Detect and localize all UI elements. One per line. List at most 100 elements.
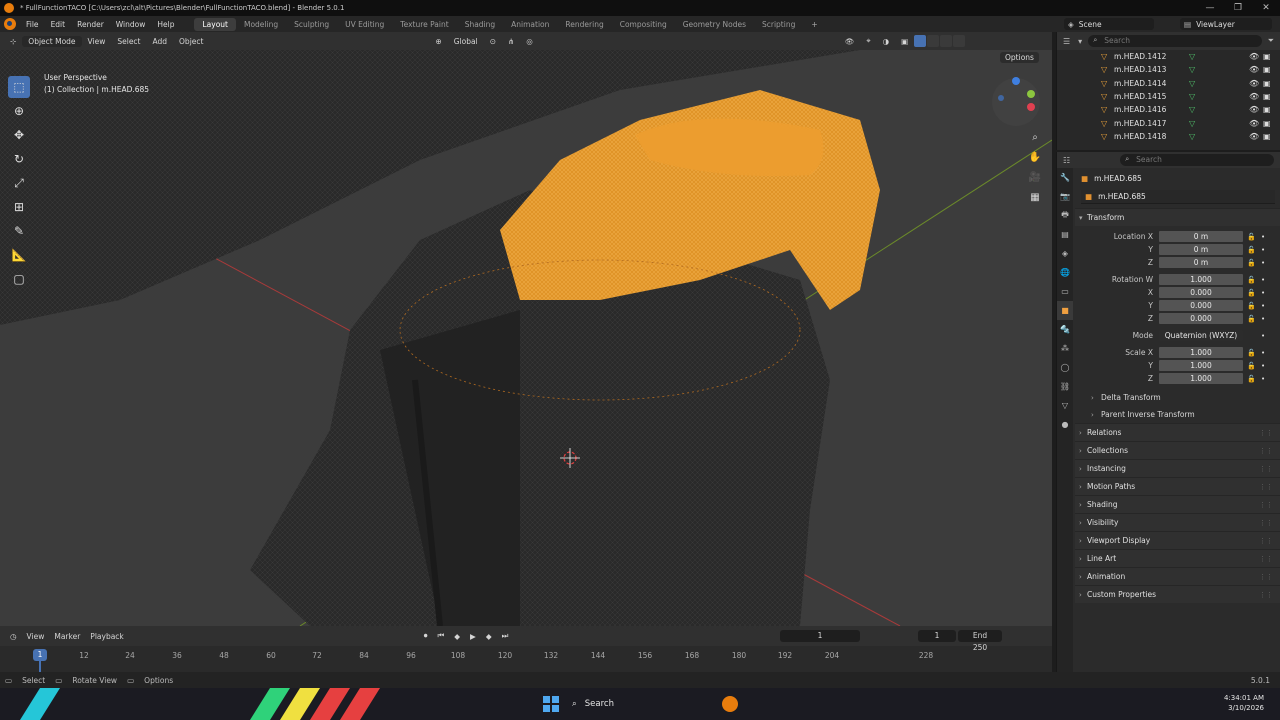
keyframe-dot-icon[interactable]: •: [1261, 302, 1265, 310]
menu-window[interactable]: Window: [110, 20, 152, 29]
timeline-menu-marker[interactable]: Marker: [49, 632, 85, 641]
pivot-icon[interactable]: ⊙: [484, 37, 502, 46]
snap-icon[interactable]: ⋔: [502, 37, 520, 46]
keyframe-dot-icon[interactable]: •: [1261, 349, 1265, 357]
render-toggle-icon[interactable]: ▣: [1263, 92, 1271, 101]
tab-object-icon[interactable]: ■: [1057, 301, 1073, 320]
overlay-toggle-icon[interactable]: ◑: [877, 37, 896, 46]
add-workspace-button[interactable]: +: [803, 18, 825, 31]
drag-grip-icon[interactable]: ⋮⋮: [1259, 555, 1273, 563]
drag-grip-icon[interactable]: ⋮⋮: [1259, 591, 1273, 599]
panel-collections[interactable]: › Collections ⋮⋮: [1075, 441, 1280, 459]
panel-transform[interactable]: ▾ Transform: [1075, 208, 1280, 226]
scale-tool-icon[interactable]: ⤢: [8, 172, 30, 194]
windows-start-icon[interactable]: [543, 696, 559, 712]
panel-viewport-display[interactable]: › Viewport Display ⋮⋮: [1075, 531, 1280, 549]
lock-icon[interactable]: 🔓: [1247, 302, 1256, 310]
add-cube-tool-icon[interactable]: ▢: [8, 268, 30, 290]
visibility-icon[interactable]: 👁: [839, 37, 861, 46]
next-keyframe-icon[interactable]: ◆: [481, 632, 497, 641]
scale-y-field[interactable]: 1.000: [1159, 360, 1243, 371]
panel-relations[interactable]: › Relations ⋮⋮: [1075, 423, 1280, 441]
gizmo-toggle-icon[interactable]: ⌖: [860, 36, 876, 46]
lock-icon[interactable]: 🔓: [1247, 246, 1256, 254]
tab-view-layer-icon[interactable]: ▤: [1057, 225, 1073, 244]
record-icon[interactable]: ⏺: [419, 631, 433, 641]
view-layer-selector[interactable]: ▤ ViewLayer: [1180, 18, 1272, 30]
location-y-field[interactable]: 0 m: [1159, 244, 1243, 255]
visibility-eye-icon[interactable]: 👁: [1249, 105, 1259, 114]
outliner-row[interactable]: ▽ m.HEAD.1413 ▽ 👁 ▣: [1057, 63, 1280, 76]
rotation-x-field[interactable]: 0.000: [1159, 287, 1243, 298]
tab-shading[interactable]: Shading: [457, 18, 503, 31]
proportional-edit-icon[interactable]: ◎: [520, 37, 539, 46]
tab-modifiers-icon[interactable]: 🔩: [1057, 320, 1073, 339]
visibility-eye-icon[interactable]: 👁: [1249, 92, 1259, 101]
drag-grip-icon[interactable]: ⋮⋮: [1259, 429, 1273, 437]
current-frame-field[interactable]: 1: [780, 630, 860, 642]
drag-grip-icon[interactable]: ⋮⋮: [1259, 483, 1273, 491]
outliner-row[interactable]: ▽ m.HEAD.1416 ▽ 👁 ▣: [1057, 103, 1280, 116]
tab-modeling[interactable]: Modeling: [236, 18, 286, 31]
render-toggle-icon[interactable]: ▣: [1263, 52, 1271, 61]
shading-solid-icon[interactable]: [927, 35, 940, 47]
move-tool-icon[interactable]: ✥: [8, 124, 30, 146]
maximize-button[interactable]: ❐: [1224, 3, 1252, 13]
tab-rendering[interactable]: Rendering: [557, 18, 611, 31]
menu-add[interactable]: Add: [147, 37, 174, 46]
orientation-dropdown[interactable]: Global: [448, 37, 484, 46]
jump-start-icon[interactable]: ⏮: [433, 631, 450, 641]
visibility-eye-icon[interactable]: 👁: [1249, 65, 1259, 74]
timeline-ruler[interactable]: 12 24 36 48 60 72 84 96 108 120 132 144 …: [0, 646, 1052, 672]
scene-selector[interactable]: ◈ Scene: [1064, 18, 1154, 30]
drag-grip-icon[interactable]: ⋮⋮: [1259, 501, 1273, 509]
tab-constraints-icon[interactable]: ⛓: [1057, 377, 1073, 396]
drag-grip-icon[interactable]: ⋮⋮: [1259, 537, 1273, 545]
properties-editor-icon[interactable]: ☷: [1057, 156, 1070, 165]
drag-grip-icon[interactable]: ⋮⋮: [1259, 465, 1273, 473]
scale-x-field[interactable]: 1.000: [1159, 347, 1243, 358]
start-frame-field[interactable]: 1: [918, 630, 956, 642]
minimize-button[interactable]: —: [1196, 3, 1224, 13]
keyframe-dot-icon[interactable]: •: [1261, 276, 1265, 284]
panel-custom-properties[interactable]: › Custom Properties ⋮⋮: [1075, 585, 1280, 603]
measure-tool-icon[interactable]: 📐: [8, 244, 30, 266]
filter-icon[interactable]: ⏷: [1268, 36, 1274, 46]
viewport-3d[interactable]: User Perspective (1) Collection | m.HEAD…: [0, 50, 1052, 626]
render-toggle-icon[interactable]: ▣: [1263, 65, 1271, 74]
annotate-tool-icon[interactable]: ✎: [8, 220, 30, 242]
shading-material-icon[interactable]: [940, 35, 953, 47]
outliner-row[interactable]: ▽ m.HEAD.1415 ▽ 👁 ▣: [1057, 90, 1280, 103]
tab-physics-icon[interactable]: ◯: [1057, 358, 1073, 377]
tab-scene-icon[interactable]: ◈: [1057, 244, 1073, 263]
render-toggle-icon[interactable]: ▣: [1263, 79, 1271, 88]
tab-compositing[interactable]: Compositing: [612, 18, 675, 31]
ortho-grid-icon[interactable]: ▦: [1026, 188, 1044, 206]
close-button[interactable]: ✕: [1252, 3, 1280, 13]
menu-file[interactable]: File: [20, 20, 45, 29]
tab-animation[interactable]: Animation: [503, 18, 557, 31]
rotate-tool-icon[interactable]: ↻: [8, 148, 30, 170]
subpanel-parent-inverse[interactable]: › Parent Inverse Transform: [1075, 406, 1280, 423]
outliner-row[interactable]: ▽ m.HEAD.1418 ▽ 👁 ▣: [1057, 130, 1280, 143]
timeline-menu-view[interactable]: View: [22, 632, 50, 641]
end-frame-field[interactable]: End 250: [958, 630, 1002, 652]
panel-animation[interactable]: › Animation ⋮⋮: [1075, 567, 1280, 585]
options-dropdown[interactable]: Options: [1000, 52, 1039, 63]
keyframe-dot-icon[interactable]: •: [1261, 362, 1265, 370]
outliner-row[interactable]: ▽ m.HEAD.1412 ▽ 👁 ▣: [1057, 50, 1280, 63]
visibility-eye-icon[interactable]: 👁: [1249, 119, 1259, 128]
lock-icon[interactable]: 🔓: [1247, 362, 1256, 370]
blender-taskbar-icon[interactable]: [722, 696, 738, 712]
keyframe-dot-icon[interactable]: •: [1261, 259, 1265, 267]
menu-help[interactable]: Help: [151, 20, 180, 29]
outliner-row[interactable]: ▽ m.HEAD.1414 ▽ 👁 ▣: [1057, 77, 1280, 90]
keyframe-dot-icon[interactable]: •: [1261, 246, 1265, 254]
tab-tool-icon[interactable]: 🔧: [1057, 168, 1073, 187]
play-icon[interactable]: ▶: [465, 632, 481, 641]
outliner-display-mode-icon[interactable]: ▾: [1078, 37, 1082, 46]
subpanel-delta-transform[interactable]: › Delta Transform: [1075, 389, 1280, 406]
rotation-y-field[interactable]: 0.000: [1159, 300, 1243, 311]
location-x-field[interactable]: 0 m: [1159, 231, 1243, 242]
drag-grip-icon[interactable]: ⋮⋮: [1259, 573, 1273, 581]
